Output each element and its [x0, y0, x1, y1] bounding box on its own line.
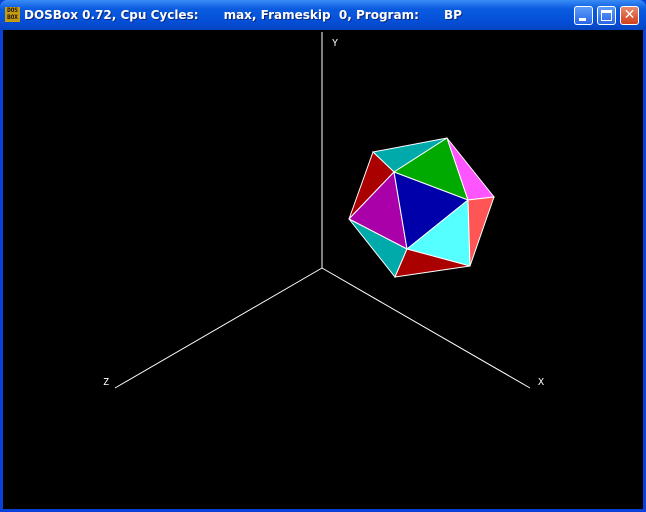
- x-axis-label: X: [538, 377, 544, 388]
- icosahedron: [348, 137, 495, 278]
- x-axis: [321, 267, 531, 389]
- z-axis-label: Z: [103, 377, 109, 388]
- z-axis: [114, 267, 323, 389]
- 3d-scene: Y Z X: [103, 32, 544, 389]
- dosbox-window: DOS BOX DOSBox 0.72, Cpu Cycles: max, Fra…: [0, 0, 646, 512]
- icosahedron-face: [467, 196, 495, 267]
- y-axis-label: Y: [332, 38, 338, 49]
